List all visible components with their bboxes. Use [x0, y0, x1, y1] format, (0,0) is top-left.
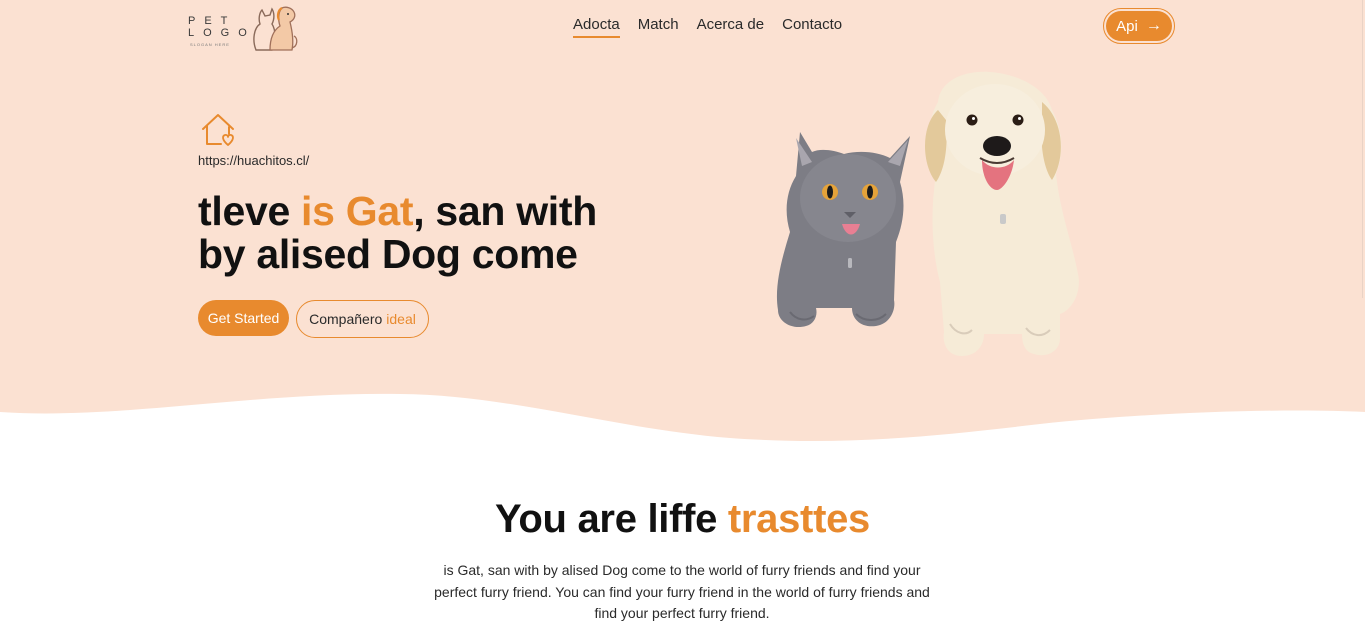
get-started-button[interactable]: Get Started [198, 300, 289, 336]
section-body: is Gat, san with by alised Dog come to t… [434, 562, 930, 621]
hero-title-accent: is Gat [301, 188, 414, 234]
api-button[interactable]: Api → [1106, 11, 1172, 41]
logo-line-2: LOGO [188, 27, 256, 39]
logo-tagline: SLOGAN HERE [190, 42, 230, 47]
hero-title: tleve is Gat, san with by alised Dog com… [198, 190, 597, 276]
page-edge-divider [1362, 0, 1363, 298]
companero-ideal-accent: ideal [386, 311, 416, 327]
nav-item-contacto[interactable]: Contacto [782, 16, 842, 38]
home-heart-icon [202, 114, 234, 146]
api-button-label: Api [1116, 17, 1138, 35]
companero-ideal-button[interactable]: Compañero ideal [296, 300, 429, 338]
nav-item-adocta[interactable]: Adocta [573, 16, 620, 38]
companero-ideal-label: Compañero [309, 311, 383, 327]
cat-and-dog-photo [776, 71, 1079, 356]
section-title-accent: trasttes [727, 497, 870, 541]
hero-url[interactable]: https://huachitos.cl/ [198, 153, 309, 168]
arrow-right-icon: → [1145, 17, 1162, 34]
hero-title-part-1: tleve [198, 188, 302, 234]
section-title-part-1: You are liffe [494, 497, 728, 541]
cat-and-dog-logo-icon [253, 6, 298, 51]
hero-title-part-2: , san with [413, 188, 597, 234]
nav-item-match[interactable]: Match [638, 16, 679, 38]
logo-line-1: PET [188, 15, 237, 27]
nav-item-acerca-de[interactable]: Acerca de [697, 16, 765, 38]
logo-wordmark: PET LOGO [188, 16, 256, 39]
main-nav: Adocta Match Acerca de Contacto [573, 16, 842, 38]
hero-title-line-2: by alised Dog come [198, 231, 578, 277]
section-title: You are liffe trasttes [0, 494, 1365, 544]
site-logo[interactable]: PET LOGO SLOGAN HERE [188, 2, 300, 54]
